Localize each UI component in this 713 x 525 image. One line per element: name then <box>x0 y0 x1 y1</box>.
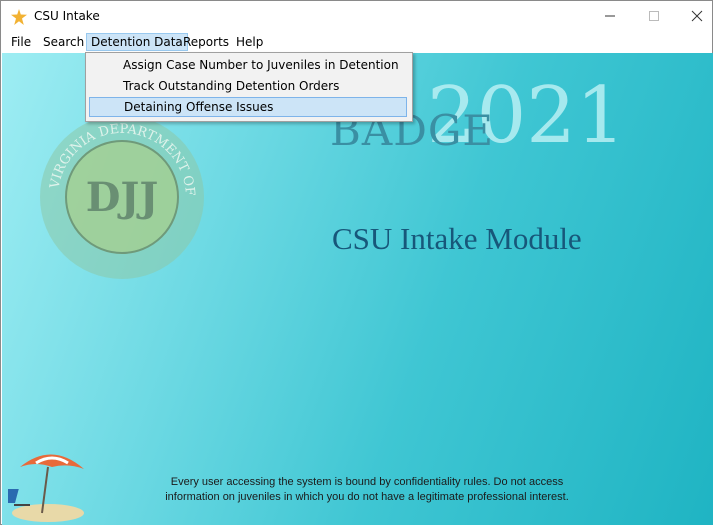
detention-data-dropdown: Assign Case Number to Juveniles in Deten… <box>85 52 413 122</box>
minimize-icon <box>605 15 615 17</box>
notice-line-2: information on juveniles in which you do… <box>165 491 569 503</box>
beach-umbrella-icon <box>8 454 84 522</box>
menu-bar: File Search Detention Data Reports Help <box>1 31 712 53</box>
close-button[interactable] <box>674 1 713 31</box>
module-title: CSU Intake Module <box>332 221 582 256</box>
star-app-icon <box>11 9 27 25</box>
app-window: CSU Intake File Search Detention Data Re… <box>0 0 713 525</box>
title-bar[interactable]: CSU Intake <box>1 1 712 31</box>
svg-text:DJJ: DJJ <box>86 174 159 221</box>
menu-reports[interactable]: Reports <box>179 33 233 51</box>
menu-detention-data[interactable]: Detention Data <box>86 33 188 51</box>
minimize-button[interactable] <box>587 1 633 31</box>
confidentiality-notice: Every user accessing the system is bound… <box>132 475 602 505</box>
notice-line-1: Every user accessing the system is bound… <box>170 476 564 488</box>
menu-item-track-detention-orders[interactable]: Track Outstanding Detention Orders <box>89 76 407 96</box>
main-content: DJJ VIRGINIA DEPARTMENT OF JUVENILE JUST… <box>2 53 713 525</box>
menu-help[interactable]: Help <box>232 33 267 51</box>
window-title: CSU Intake <box>34 9 100 23</box>
menu-file[interactable]: File <box>7 33 35 51</box>
menu-item-detaining-offense-issues[interactable]: Detaining Offense Issues <box>89 97 407 117</box>
close-icon <box>691 10 703 22</box>
djj-seal-logo: DJJ VIRGINIA DEPARTMENT OF JUVENILE JUST… <box>38 113 204 279</box>
maximize-button[interactable] <box>631 1 677 31</box>
menu-search[interactable]: Search <box>39 33 88 51</box>
maximize-icon <box>649 11 659 21</box>
menu-item-assign-case-number[interactable]: Assign Case Number to Juveniles in Deten… <box>89 55 407 75</box>
